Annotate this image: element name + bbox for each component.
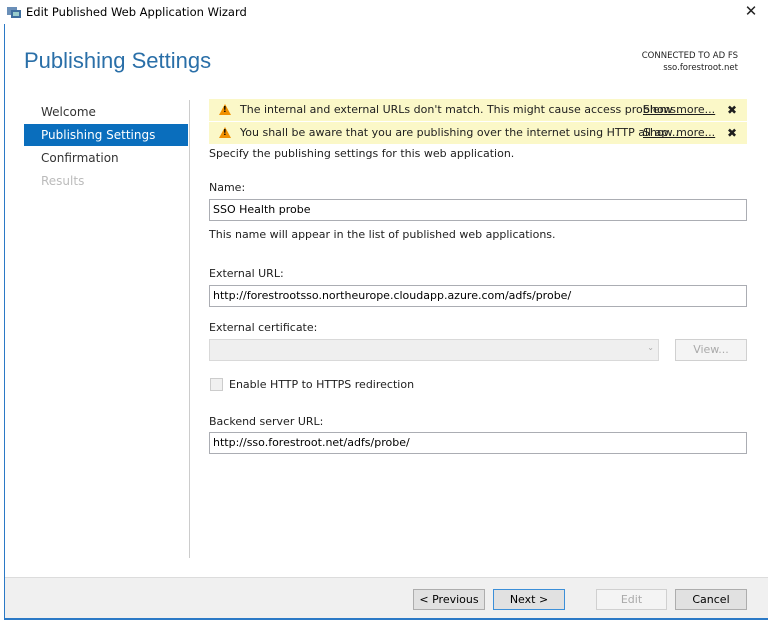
- show-more-link[interactable]: Show more...: [643, 122, 715, 144]
- warning-text: The internal and external URLs don't mat…: [240, 103, 680, 116]
- page-title: Publishing Settings: [24, 48, 212, 73]
- nav-item-welcome[interactable]: Welcome: [24, 101, 188, 123]
- external-url-label: External URL:: [209, 267, 284, 280]
- warning-icon: [219, 104, 231, 115]
- nav-item-confirmation[interactable]: Confirmation: [24, 147, 188, 169]
- intro-text: Specify the publishing settings for this…: [209, 147, 515, 160]
- external-certificate-select: ⌄: [209, 339, 659, 361]
- https-redirect-checkbox: [210, 378, 223, 391]
- cancel-button[interactable]: Cancel: [675, 589, 747, 610]
- backend-url-input[interactable]: http://sso.forestroot.net/adfs/probe/: [209, 432, 747, 454]
- https-redirect-label: Enable HTTP to HTTPS redirection: [229, 378, 415, 391]
- dismiss-icon[interactable]: ✖: [727, 99, 737, 121]
- dismiss-icon[interactable]: ✖: [727, 122, 737, 144]
- divider: [189, 100, 190, 558]
- next-button[interactable]: Next >: [493, 589, 565, 610]
- name-label: Name:: [209, 181, 246, 194]
- close-icon[interactable]: ✕: [740, 2, 762, 22]
- name-hint: This name will appear in the list of pub…: [209, 228, 556, 241]
- warning-icon: [219, 127, 231, 138]
- edit-button: Edit: [596, 589, 667, 610]
- connection-server: sso.forestroot.net: [663, 63, 738, 73]
- app-icon: [7, 5, 21, 18]
- view-certificate-button: View...: [675, 339, 747, 361]
- chevron-down-icon: ⌄: [647, 343, 654, 352]
- warning-banner: The internal and external URLs don't mat…: [209, 99, 747, 121]
- external-certificate-label: External certificate:: [209, 321, 318, 334]
- connection-label: CONNECTED TO AD FS: [641, 51, 738, 61]
- window-title: Edit Published Web Application Wizard: [26, 5, 247, 19]
- connection-info: CONNECTED TO AD FS sso.forestroot.net: [642, 50, 738, 74]
- warning-banner: You shall be aware that you are publishi…: [209, 122, 747, 144]
- warning-text: You shall be aware that you are publishi…: [240, 126, 679, 139]
- previous-button[interactable]: < Previous: [413, 589, 485, 610]
- name-input[interactable]: SSO Health probe: [209, 199, 747, 221]
- external-url-input[interactable]: http://forestrootsso.northeurope.cloudap…: [209, 285, 747, 307]
- title-bar: Edit Published Web Application Wizard ✕: [0, 0, 768, 24]
- nav-item-results: Results: [41, 174, 85, 188]
- nav-item-publishing-settings[interactable]: Publishing Settings: [24, 124, 188, 146]
- backend-url-label: Backend server URL:: [209, 415, 324, 428]
- show-more-link[interactable]: Show more...: [643, 99, 715, 121]
